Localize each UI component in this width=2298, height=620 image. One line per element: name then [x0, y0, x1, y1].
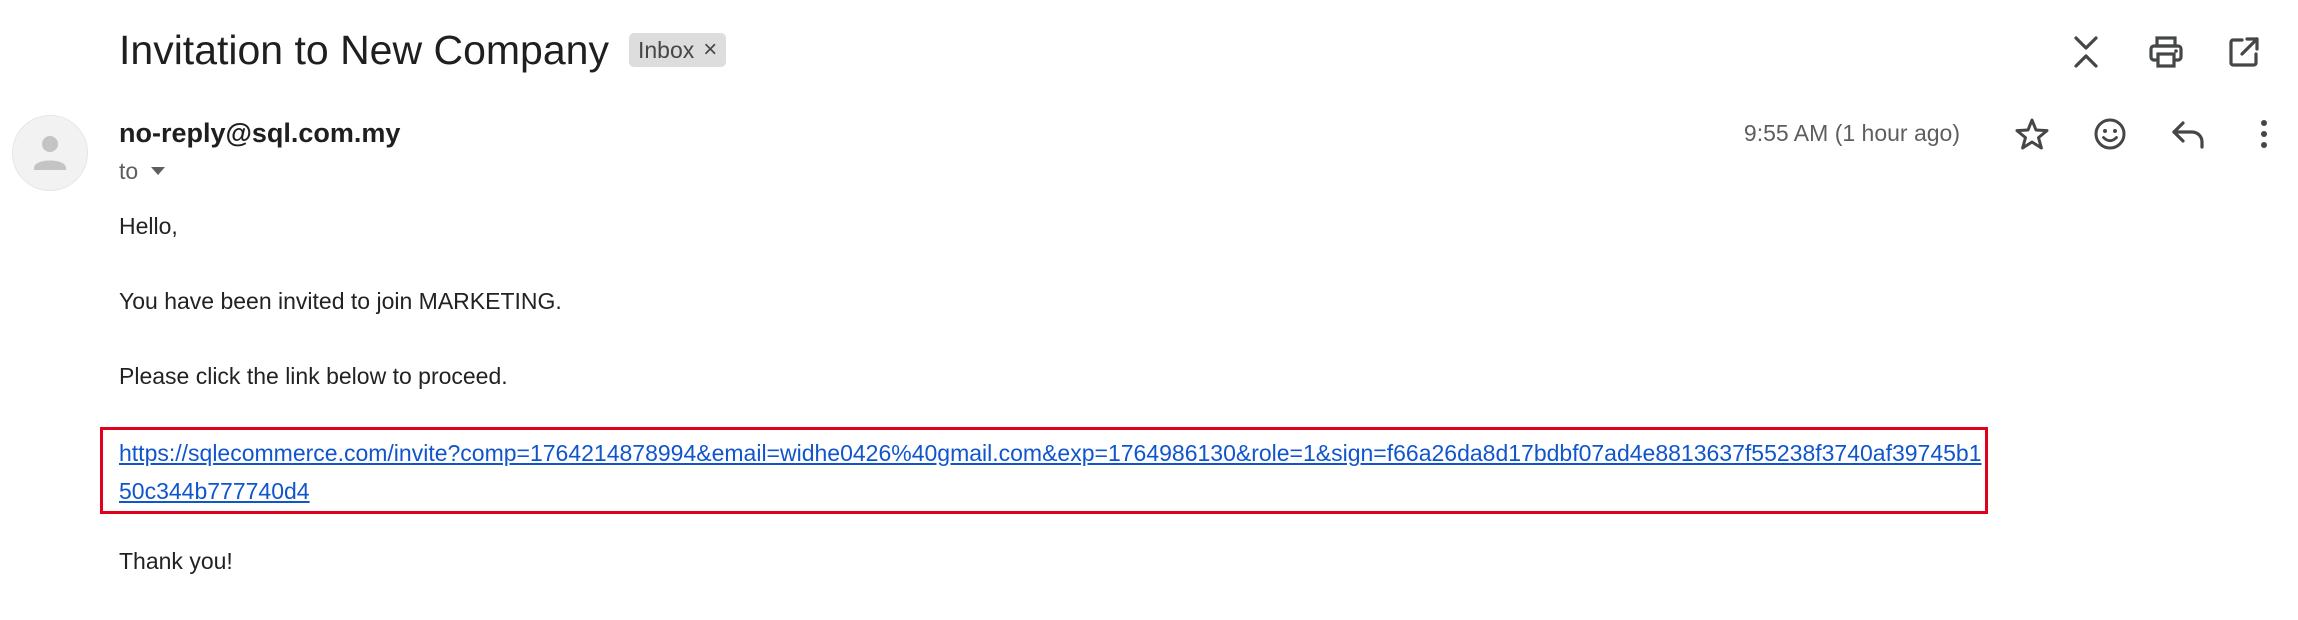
default-avatar-icon	[34, 136, 66, 170]
print-icon[interactable]	[2140, 26, 2192, 78]
open-in-new-window-icon[interactable]	[2218, 26, 2270, 78]
subject-row: Invitation to New Company Inbox ×	[119, 22, 727, 78]
reply-icon[interactable]	[2162, 108, 2214, 160]
email-closing: Thank you!	[119, 548, 233, 574]
collapse-all-icon[interactable]	[2060, 26, 2112, 78]
label-chip-text: Inbox	[637, 36, 695, 63]
email-body-line-instruction: Please click the link below to proceed.	[119, 363, 508, 389]
recipient-prefix: to	[119, 158, 139, 184]
caret-down-icon	[151, 167, 166, 175]
email-subject: Invitation to New Company	[119, 27, 609, 73]
inbox-label-chip[interactable]: Inbox ×	[628, 33, 727, 67]
star-icon[interactable]	[2006, 108, 2058, 160]
message-actions	[1998, 108, 2298, 160]
sender-avatar[interactable]	[12, 115, 88, 191]
recipient-details-toggle[interactable]: to	[119, 156, 166, 186]
email-view: Invitation to New Company Inbox × no-rep…	[0, 0, 2298, 620]
invite-link[interactable]: https://sqlecommerce.com/invite?comp=176…	[119, 434, 1983, 510]
remove-label-icon[interactable]: ×	[703, 36, 717, 64]
thread-actions	[2058, 26, 2298, 78]
email-body-line-invite: You have been invited to join MARKETING.	[119, 288, 562, 314]
message-timestamp: 9:55 AM (1 hour ago)	[1743, 120, 1960, 146]
more-vert-icon[interactable]	[2238, 108, 2290, 160]
emoji-reaction-icon[interactable]	[2084, 108, 2136, 160]
email-greeting: Hello,	[119, 213, 178, 239]
sender-address[interactable]: no-reply@sql.com.my	[119, 116, 400, 150]
